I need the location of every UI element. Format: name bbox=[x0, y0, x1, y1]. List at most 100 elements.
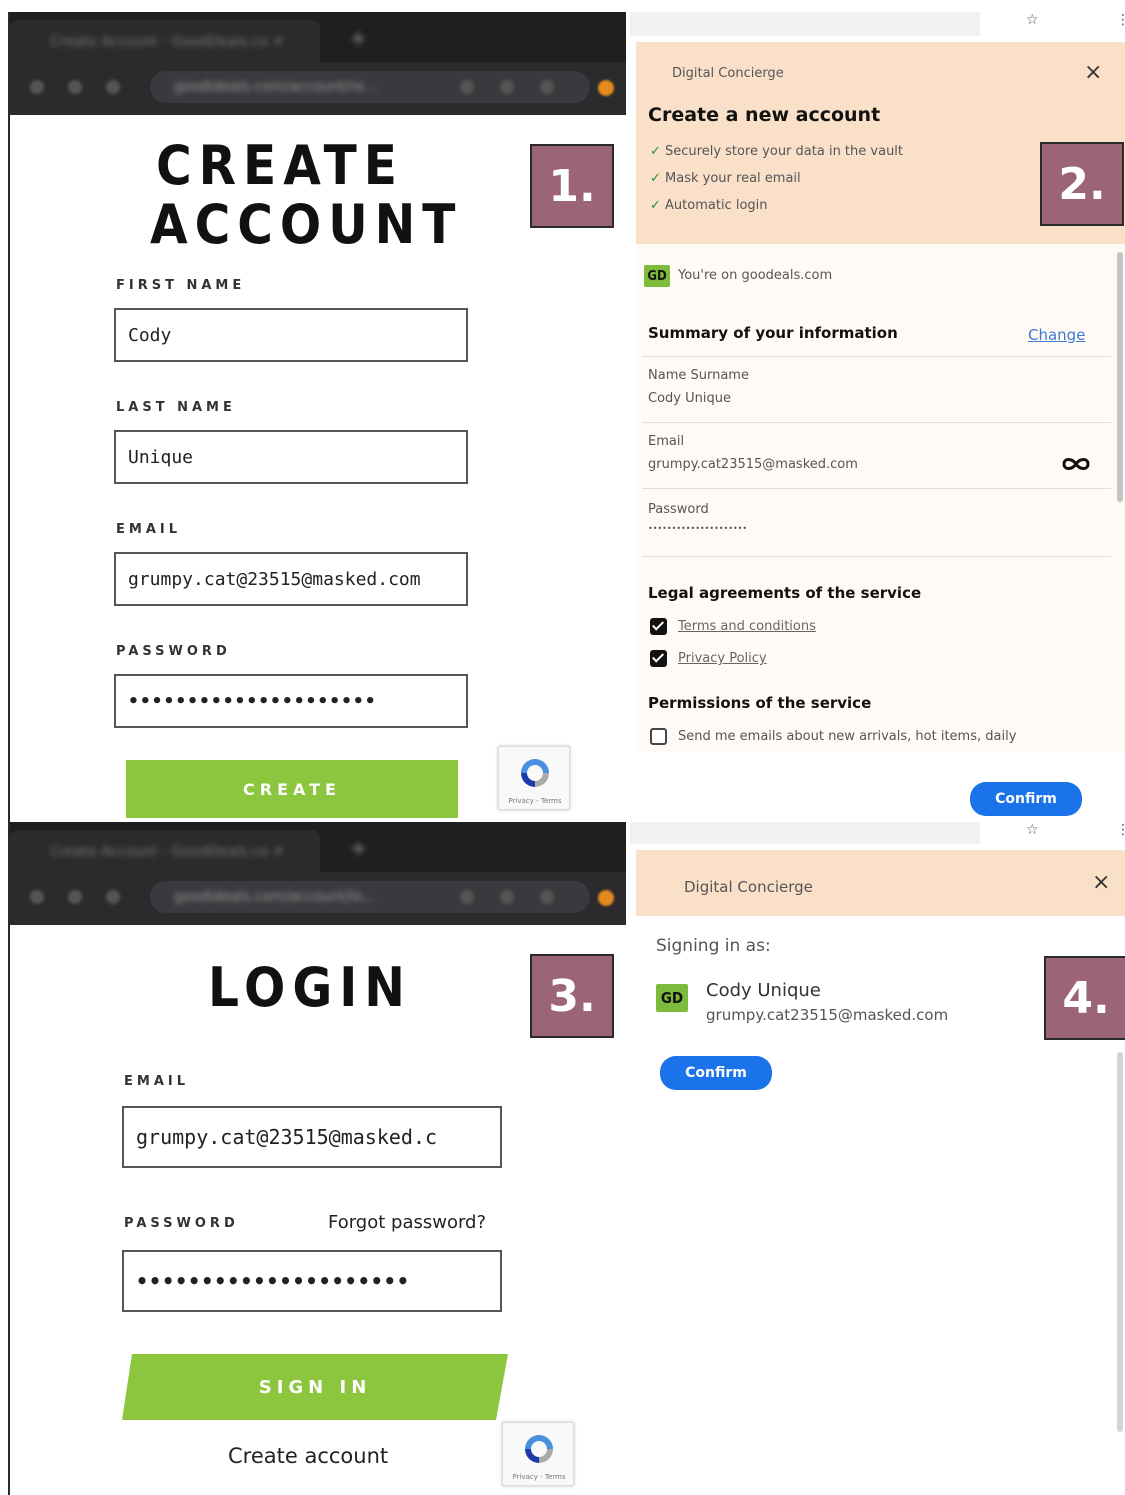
privacy-link[interactable]: Privacy Policy bbox=[678, 651, 767, 666]
tab-bar: Create Account - GoodDeals.co ✕ + bbox=[10, 12, 626, 62]
signing-in-label: Signing in as: bbox=[656, 936, 771, 956]
password-label: PASSWORD bbox=[116, 644, 231, 659]
title-line-2: ACCOUNT bbox=[150, 193, 463, 257]
address-bar[interactable]: goodideals.com/account/lo... bbox=[150, 881, 590, 913]
recaptcha-widget[interactable]: Privacy - Terms bbox=[502, 1422, 574, 1486]
forward-icon[interactable] bbox=[68, 890, 82, 904]
tab-bar: Create Account - GoodDeals.co ✕ + bbox=[10, 822, 626, 872]
browser-chrome: Create Account - GoodDeals.co ✕ + goodid… bbox=[10, 822, 626, 925]
terms-link[interactable]: Terms and conditions bbox=[678, 619, 816, 634]
address-bar[interactable]: goodideals.com/account/re... bbox=[150, 71, 590, 103]
recaptcha-widget[interactable]: Privacy - Terms bbox=[498, 746, 570, 810]
password-input[interactable]: ••••••••••••••••••••• bbox=[122, 1250, 502, 1312]
first-name-input[interactable]: Cody bbox=[114, 308, 468, 362]
newsletter-checkbox[interactable] bbox=[650, 728, 667, 745]
panel-concierge-login: ☆ ⋮ Digital Concierge × Signing in as: G… bbox=[630, 822, 1125, 1495]
close-icon[interactable]: × bbox=[1084, 60, 1102, 85]
url-blurred: goodideals.com/account/re... bbox=[174, 79, 378, 95]
reload-icon[interactable] bbox=[106, 80, 120, 94]
email-label: EMAIL bbox=[116, 522, 181, 537]
panel-login: Create Account - GoodDeals.co ✕ + goodid… bbox=[10, 822, 626, 1495]
site-text: You're on goodeals.com bbox=[678, 268, 833, 283]
last-name-input[interactable]: Unique bbox=[114, 430, 468, 484]
user-name: Cody Unique bbox=[706, 980, 821, 1001]
terms-checkbox[interactable] bbox=[650, 618, 667, 635]
tab-title-blurred: Create Account - GoodDeals.co ✕ bbox=[50, 844, 285, 860]
name-value: Cody Unique bbox=[648, 391, 731, 406]
forward-icon[interactable] bbox=[68, 80, 82, 94]
confirm-button[interactable]: Confirm bbox=[660, 1056, 772, 1090]
create-button[interactable]: CREATE bbox=[126, 760, 458, 818]
confirm-button[interactable]: Confirm bbox=[970, 782, 1082, 816]
privacy-checkbox[interactable] bbox=[650, 650, 667, 667]
email-label: EMAIL bbox=[124, 1074, 189, 1089]
toolbar-area bbox=[630, 822, 980, 844]
browser-tab[interactable]: Create Account - GoodDeals.co ✕ bbox=[10, 830, 320, 872]
new-tab-icon[interactable]: + bbox=[350, 836, 367, 860]
page-title: CREATE ACCOUNT bbox=[150, 136, 463, 257]
back-icon[interactable] bbox=[30, 890, 44, 904]
email-label: Email bbox=[648, 434, 685, 449]
page-title: LOGIN bbox=[208, 956, 412, 1019]
summary-title: Summary of your information bbox=[648, 324, 898, 342]
panel-concierge-signup: ☆ ⋮ Digital Concierge × Create a new acc… bbox=[630, 12, 1125, 818]
divider bbox=[642, 356, 1111, 357]
share-icon[interactable] bbox=[500, 890, 514, 904]
recaptcha-footer[interactable]: Privacy - Terms bbox=[507, 1473, 571, 1481]
newsletter-text: Send me emails about new arrivals, hot i… bbox=[678, 729, 1017, 744]
close-icon[interactable]: × bbox=[1092, 870, 1110, 895]
menu-icon[interactable]: ⋮ bbox=[1116, 12, 1125, 28]
password-label: Password bbox=[648, 502, 709, 517]
check-icon: ✓ bbox=[650, 171, 666, 186]
share-icon[interactable] bbox=[500, 80, 514, 94]
app-name: Digital Concierge bbox=[672, 66, 784, 81]
create-account-link[interactable]: Create account bbox=[228, 1444, 388, 1468]
feature-item: ✓ Automatic login bbox=[650, 198, 768, 213]
concierge-body: GD You're on goodeals.com Summary of you… bbox=[636, 244, 1125, 752]
step-badge-1: 1. bbox=[530, 144, 614, 228]
browser-chrome: Create Account - GoodDeals.co ✕ + goodid… bbox=[10, 12, 626, 115]
app-name: Digital Concierge bbox=[684, 878, 813, 896]
last-name-label: LAST NAME bbox=[116, 400, 236, 415]
new-tab-icon[interactable]: + bbox=[350, 26, 367, 50]
signin-button[interactable]: SIGN IN bbox=[122, 1354, 508, 1420]
recaptcha-icon bbox=[525, 1435, 553, 1463]
password-value: ••••••••••••••••••••• bbox=[648, 524, 748, 533]
reload-icon[interactable] bbox=[106, 890, 120, 904]
menu-icon[interactable]: ⋮ bbox=[1116, 822, 1125, 838]
email-input[interactable]: grumpy.cat@23515@masked.c bbox=[122, 1106, 502, 1168]
check-icon: ✓ bbox=[650, 198, 666, 213]
concierge-extension-icon[interactable] bbox=[598, 80, 614, 96]
site-logo: GD bbox=[656, 984, 688, 1012]
forgot-password-link[interactable]: Forgot password? bbox=[328, 1212, 486, 1233]
recaptcha-footer[interactable]: Privacy - Terms bbox=[503, 797, 567, 805]
back-icon[interactable] bbox=[30, 80, 44, 94]
concierge-extension-icon[interactable] bbox=[598, 890, 614, 906]
panel-create-account: Create Account - GoodDeals.co ✕ + goodid… bbox=[10, 12, 626, 818]
search-icon[interactable] bbox=[460, 890, 474, 904]
star-icon[interactable]: ☆ bbox=[1026, 12, 1039, 28]
scrollbar[interactable] bbox=[1117, 252, 1123, 502]
user-email: grumpy.cat23515@masked.com bbox=[706, 1006, 949, 1024]
search-icon[interactable] bbox=[460, 80, 474, 94]
toolbar-area bbox=[630, 12, 980, 36]
email-value: grumpy.cat23515@masked.com bbox=[648, 457, 858, 472]
step-badge-3: 3. bbox=[530, 954, 614, 1038]
mask-icon[interactable] bbox=[1062, 456, 1090, 472]
extensions-icon[interactable] bbox=[540, 890, 554, 904]
browser-toolbar-strip: ☆ ⋮ bbox=[630, 822, 1125, 852]
star-icon[interactable]: ☆ bbox=[1026, 822, 1039, 838]
permissions-title: Permissions of the service bbox=[648, 694, 872, 712]
password-input[interactable]: ••••••••••••••••••••• bbox=[114, 674, 468, 728]
browser-tab[interactable]: Create Account - GoodDeals.co ✕ bbox=[10, 20, 320, 62]
site-logo: GD bbox=[644, 265, 670, 287]
recaptcha-icon bbox=[521, 759, 549, 787]
scrollbar[interactable] bbox=[1117, 1052, 1123, 1432]
extensions-icon[interactable] bbox=[540, 80, 554, 94]
divider bbox=[642, 556, 1111, 557]
email-input[interactable]: grumpy.cat@23515@masked.com bbox=[114, 552, 468, 606]
password-label: PASSWORD bbox=[124, 1216, 239, 1231]
step-badge-2: 2. bbox=[1040, 142, 1124, 226]
browser-toolbar-strip: ☆ ⋮ bbox=[630, 12, 1125, 42]
change-link[interactable]: Change bbox=[1028, 326, 1085, 344]
